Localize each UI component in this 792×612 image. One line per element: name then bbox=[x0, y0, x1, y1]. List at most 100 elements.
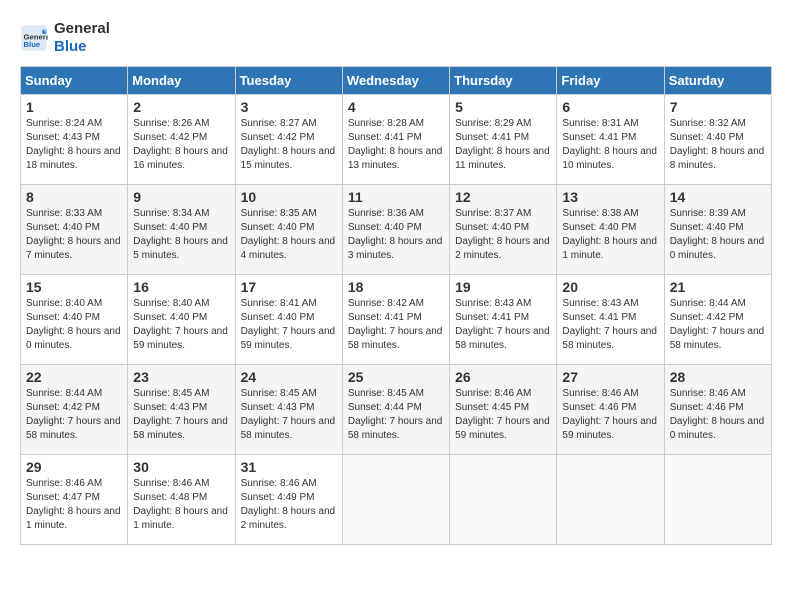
calendar-cell: 7 Sunrise: 8:32 AMSunset: 4:40 PMDaylight… bbox=[664, 95, 771, 185]
day-info: Sunrise: 8:46 AMSunset: 4:49 PMDaylight:… bbox=[241, 477, 337, 533]
calendar-table: SundayMondayTuesdayWednesdayThursdayFrid… bbox=[20, 66, 772, 545]
calendar-cell: 18 Sunrise: 8:42 AMSunset: 4:41 PMDayligh… bbox=[342, 275, 449, 365]
day-number: 25 bbox=[348, 369, 444, 385]
calendar-cell: 11 Sunrise: 8:36 AMSunset: 4:40 PMDayligh… bbox=[342, 185, 449, 275]
calendar-cell: 25Sunrise: 8:45 AMSunset: 4:44 PMDayligh… bbox=[342, 365, 449, 455]
day-info: Sunrise: 8:37 AMSunset: 4:40 PMDaylight:… bbox=[455, 207, 551, 263]
calendar-cell: 28 Sunrise: 8:46 AMSunset: 4:46 PMDayligh… bbox=[664, 365, 771, 455]
calendar-cell bbox=[557, 455, 664, 545]
day-info: Sunrise: 8:46 AMSunset: 4:47 PMDaylight:… bbox=[26, 477, 122, 533]
logo: General Blue GeneralBlue bbox=[20, 20, 110, 56]
day-info: Sunrise: 8:28 AMSunset: 4:41 PMDaylight:… bbox=[348, 117, 444, 173]
day-header-wednesday: Wednesday bbox=[342, 67, 449, 95]
day-number: 7 bbox=[670, 99, 766, 115]
day-info: Sunrise: 8:43 AMSunset: 4:41 PMDaylight:… bbox=[455, 297, 551, 353]
day-header-friday: Friday bbox=[557, 67, 664, 95]
day-info: Sunrise: 8:34 AMSunset: 4:40 PMDaylight:… bbox=[133, 207, 229, 263]
calendar-cell: 4 Sunrise: 8:28 AMSunset: 4:41 PMDaylight… bbox=[342, 95, 449, 185]
calendar-cell: 14 Sunrise: 8:39 AMSunset: 4:40 PMDayligh… bbox=[664, 185, 771, 275]
day-number: 26 bbox=[455, 369, 551, 385]
day-info: Sunrise: 8:38 AMSunset: 4:40 PMDaylight:… bbox=[562, 207, 658, 263]
day-number: 16 bbox=[133, 279, 229, 295]
calendar-cell: 15Sunrise: 8:40 AMSunset: 4:40 PMDayligh… bbox=[21, 275, 128, 365]
day-number: 13 bbox=[562, 189, 658, 205]
calendar-cell bbox=[664, 455, 771, 545]
day-info: Sunrise: 8:32 AMSunset: 4:40 PMDaylight:… bbox=[670, 117, 766, 173]
day-info: Sunrise: 8:36 AMSunset: 4:40 PMDaylight:… bbox=[348, 207, 444, 263]
day-info: Sunrise: 8:46 AMSunset: 4:48 PMDaylight:… bbox=[133, 477, 229, 533]
day-info: Sunrise: 8:44 AMSunset: 4:42 PMDaylight:… bbox=[670, 297, 766, 353]
calendar-cell: 16 Sunrise: 8:40 AMSunset: 4:40 PMDayligh… bbox=[128, 275, 235, 365]
calendar-cell: 22 Sunrise: 8:44 AMSunset: 4:42 PMDayligh… bbox=[21, 365, 128, 455]
week-row-4: 22 Sunrise: 8:44 AMSunset: 4:42 PMDayligh… bbox=[21, 365, 772, 455]
day-number: 1 bbox=[26, 99, 122, 115]
calendar-cell: 19Sunrise: 8:43 AMSunset: 4:41 PMDayligh… bbox=[450, 275, 557, 365]
calendar-cell: 2Sunrise: 8:26 AMSunset: 4:42 PMDaylight… bbox=[128, 95, 235, 185]
calendar-cell: 17 Sunrise: 8:41 AMSunset: 4:40 PMDayligh… bbox=[235, 275, 342, 365]
day-info: Sunrise: 8:46 AMSunset: 4:45 PMDaylight:… bbox=[455, 387, 551, 443]
day-info: Sunrise: 8:43 AMSunset: 4:41 PMDaylight:… bbox=[562, 297, 658, 353]
calendar-cell: 31Sunrise: 8:46 AMSunset: 4:49 PMDayligh… bbox=[235, 455, 342, 545]
day-number: 30 bbox=[133, 459, 229, 475]
day-info: Sunrise: 8:45 AMSunset: 4:43 PMDaylight:… bbox=[241, 387, 337, 443]
calendar-cell: 23 Sunrise: 8:45 AMSunset: 4:43 PMDayligh… bbox=[128, 365, 235, 455]
day-info: Sunrise: 8:29 AMSunset: 4:41 PMDaylight:… bbox=[455, 117, 551, 173]
calendar-cell: 1 Sunrise: 8:24 AMSunset: 4:43 PMDaylight… bbox=[21, 95, 128, 185]
day-info: Sunrise: 8:45 AMSunset: 4:43 PMDaylight:… bbox=[133, 387, 229, 443]
calendar-cell bbox=[450, 455, 557, 545]
calendar-cell: 9 Sunrise: 8:34 AMSunset: 4:40 PMDaylight… bbox=[128, 185, 235, 275]
day-number: 9 bbox=[133, 189, 229, 205]
day-info: Sunrise: 8:31 AMSunset: 4:41 PMDaylight:… bbox=[562, 117, 658, 173]
day-info: Sunrise: 8:46 AMSunset: 4:46 PMDaylight:… bbox=[562, 387, 658, 443]
day-number: 14 bbox=[670, 189, 766, 205]
day-number: 11 bbox=[348, 189, 444, 205]
day-info: Sunrise: 8:33 AMSunset: 4:40 PMDaylight:… bbox=[26, 207, 122, 263]
day-info: Sunrise: 8:40 AMSunset: 4:40 PMDaylight:… bbox=[133, 297, 229, 353]
day-info: Sunrise: 8:41 AMSunset: 4:40 PMDaylight:… bbox=[241, 297, 337, 353]
week-row-3: 15Sunrise: 8:40 AMSunset: 4:40 PMDayligh… bbox=[21, 275, 772, 365]
calendar-cell: 13 Sunrise: 8:38 AMSunset: 4:40 PMDayligh… bbox=[557, 185, 664, 275]
day-info: Sunrise: 8:42 AMSunset: 4:41 PMDaylight:… bbox=[348, 297, 444, 353]
day-info: Sunrise: 8:24 AMSunset: 4:43 PMDaylight:… bbox=[26, 117, 122, 173]
calendar-cell: 20 Sunrise: 8:43 AMSunset: 4:41 PMDayligh… bbox=[557, 275, 664, 365]
day-info: Sunrise: 8:39 AMSunset: 4:40 PMDaylight:… bbox=[670, 207, 766, 263]
calendar-cell: 12 Sunrise: 8:37 AMSunset: 4:40 PMDayligh… bbox=[450, 185, 557, 275]
calendar-cell bbox=[342, 455, 449, 545]
calendar-cell: 8Sunrise: 8:33 AMSunset: 4:40 PMDaylight… bbox=[21, 185, 128, 275]
day-header-tuesday: Tuesday bbox=[235, 67, 342, 95]
calendar-cell: 10Sunrise: 8:35 AMSunset: 4:40 PMDayligh… bbox=[235, 185, 342, 275]
calendar-cell: 29Sunrise: 8:46 AMSunset: 4:47 PMDayligh… bbox=[21, 455, 128, 545]
day-number: 4 bbox=[348, 99, 444, 115]
logo-text: GeneralBlue bbox=[54, 20, 110, 56]
svg-text:Blue: Blue bbox=[24, 40, 41, 49]
day-header-saturday: Saturday bbox=[664, 67, 771, 95]
day-number: 22 bbox=[26, 369, 122, 385]
day-number: 21 bbox=[670, 279, 766, 295]
week-row-2: 8Sunrise: 8:33 AMSunset: 4:40 PMDaylight… bbox=[21, 185, 772, 275]
day-number: 18 bbox=[348, 279, 444, 295]
calendar-cell: 5Sunrise: 8:29 AMSunset: 4:41 PMDaylight… bbox=[450, 95, 557, 185]
day-number: 6 bbox=[562, 99, 658, 115]
day-info: Sunrise: 8:27 AMSunset: 4:42 PMDaylight:… bbox=[241, 117, 337, 173]
calendar-cell: 26 Sunrise: 8:46 AMSunset: 4:45 PMDayligh… bbox=[450, 365, 557, 455]
calendar-cell: 21 Sunrise: 8:44 AMSunset: 4:42 PMDayligh… bbox=[664, 275, 771, 365]
day-number: 12 bbox=[455, 189, 551, 205]
day-number: 20 bbox=[562, 279, 658, 295]
day-info: Sunrise: 8:44 AMSunset: 4:42 PMDaylight:… bbox=[26, 387, 122, 443]
header-row: SundayMondayTuesdayWednesdayThursdayFrid… bbox=[21, 67, 772, 95]
calendar-cell: 6 Sunrise: 8:31 AMSunset: 4:41 PMDaylight… bbox=[557, 95, 664, 185]
day-number: 23 bbox=[133, 369, 229, 385]
calendar-cell: 24Sunrise: 8:45 AMSunset: 4:43 PMDayligh… bbox=[235, 365, 342, 455]
calendar-cell: 27 Sunrise: 8:46 AMSunset: 4:46 PMDayligh… bbox=[557, 365, 664, 455]
day-header-sunday: Sunday bbox=[21, 67, 128, 95]
day-header-thursday: Thursday bbox=[450, 67, 557, 95]
day-number: 2 bbox=[133, 99, 229, 115]
day-header-monday: Monday bbox=[128, 67, 235, 95]
day-info: Sunrise: 8:46 AMSunset: 4:46 PMDaylight:… bbox=[670, 387, 766, 443]
day-number: 3 bbox=[241, 99, 337, 115]
day-number: 27 bbox=[562, 369, 658, 385]
week-row-5: 29Sunrise: 8:46 AMSunset: 4:47 PMDayligh… bbox=[21, 455, 772, 545]
day-info: Sunrise: 8:35 AMSunset: 4:40 PMDaylight:… bbox=[241, 207, 337, 263]
day-number: 17 bbox=[241, 279, 337, 295]
day-number: 28 bbox=[670, 369, 766, 385]
